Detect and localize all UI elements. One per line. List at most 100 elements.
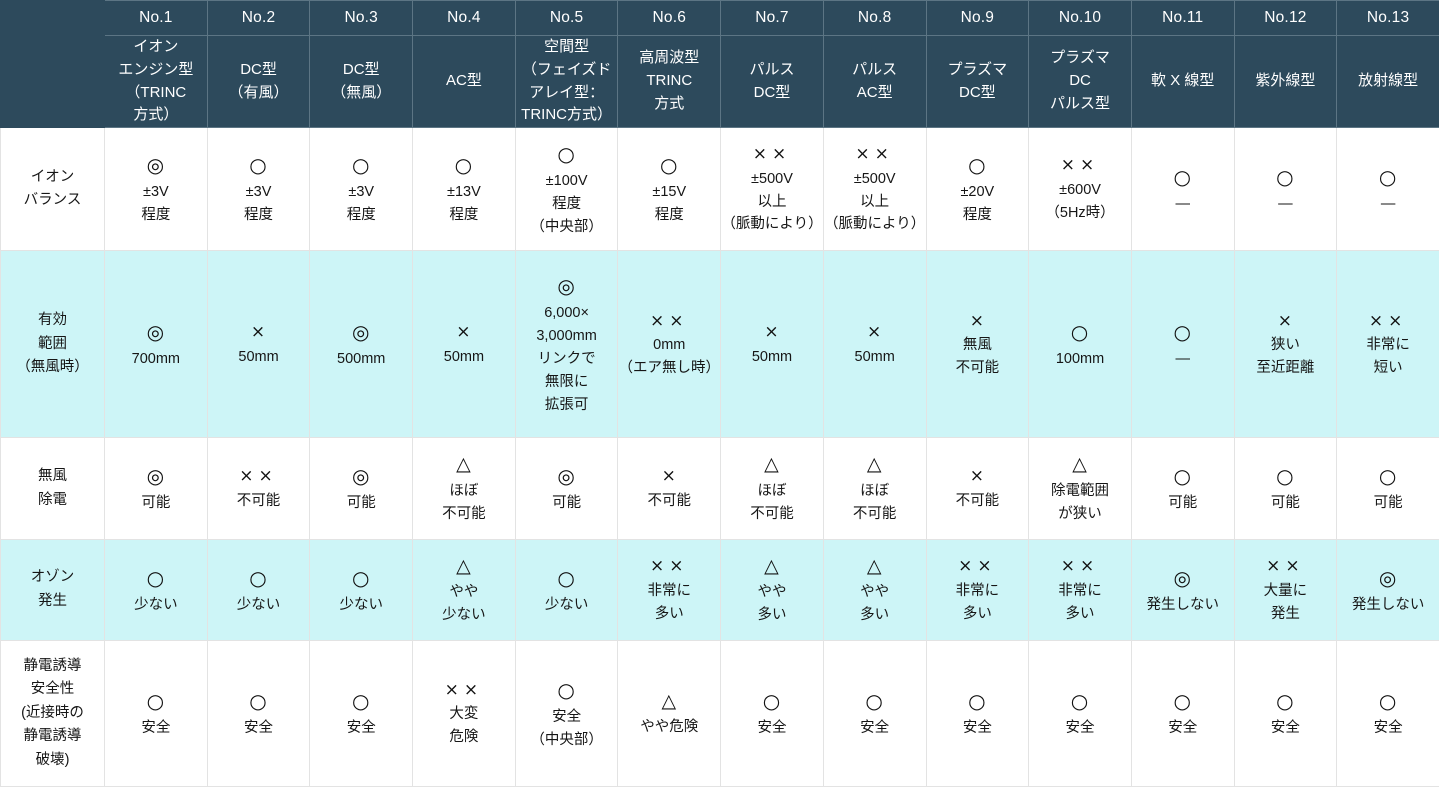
rating-symbol-circ: ○ xyxy=(762,689,782,714)
row-header-ion-balance: イオン バランス xyxy=(0,127,105,252)
cell-text-line: 安全 xyxy=(552,708,582,725)
cell-text-line: ±500V xyxy=(853,170,896,187)
rating-symbol-circ: ○ xyxy=(249,689,268,714)
cell-effective-range-col6: ×× 0mm （エア無し時） xyxy=(617,250,722,439)
cell-text-line: 程度 xyxy=(552,195,582,212)
cell-text-line: ±500V xyxy=(751,170,793,187)
cell-effective-range-col7: × 50mm xyxy=(720,250,824,439)
rating-symbol-circ: ○ xyxy=(1173,689,1192,714)
cell-text-line: 大変 xyxy=(449,706,479,723)
cell-text-line: 可能 xyxy=(1373,495,1403,512)
rating-symbol-dbl: ◎ xyxy=(1173,565,1192,590)
cell-text-line: （5Hz時） xyxy=(1045,205,1115,222)
cell-ozone-generation-col10: ×× 非常に 多い xyxy=(1028,538,1132,642)
rating-symbol-x1: × xyxy=(661,466,677,487)
cell-ozone-generation-col8: △ やや 多い xyxy=(822,538,927,642)
cell-text-line: 可能 xyxy=(1168,495,1198,512)
cell-text-line: 程度 xyxy=(346,207,376,224)
cell-windless-static-removal-col2: ×× 不可能 xyxy=(206,437,311,540)
cell-electrostatic-induction-safety-col1: ○ 安全 xyxy=(104,640,208,787)
header-corner-cell xyxy=(0,0,105,36)
rating-symbol-circ: ○ xyxy=(351,153,371,178)
rating-symbol-circ: ○ xyxy=(146,689,166,714)
cell-text-line: 少ない xyxy=(544,596,589,613)
rating-symbol-dbl: ◎ xyxy=(146,464,166,489)
rating-symbol-x2: ×× xyxy=(1060,556,1100,577)
cell-text-line: （中央部） xyxy=(530,218,603,235)
cell-ozone-generation-col6: ×× 非常に 多い xyxy=(617,538,722,642)
rating-symbol-x2: ×× xyxy=(444,679,484,700)
cell-windless-static-removal-col11: ○ 可能 xyxy=(1130,437,1235,540)
rating-symbol-x1: × xyxy=(867,322,883,343)
cell-text-line: 不可能 xyxy=(852,505,897,522)
column-name-line: 軟 X 線型 xyxy=(1151,72,1215,90)
row-header-line: 破壊) xyxy=(35,751,70,768)
column-name-12: 紫外線型 xyxy=(1233,34,1338,129)
cell-text-line: 多い xyxy=(654,605,684,622)
rating-symbol-x2: ×× xyxy=(650,556,689,577)
column-number-8: No.8 xyxy=(822,0,927,36)
cell-text-line: 不可能 xyxy=(236,492,281,509)
column-name-11: 軟 X 線型 xyxy=(1130,34,1235,129)
cell-text-line: 発生 xyxy=(1270,605,1300,622)
cell-ozone-generation-col1: ○ 少ない xyxy=(104,538,208,642)
cell-text-line: — xyxy=(1278,195,1293,212)
rating-symbol-dbl: ◎ xyxy=(1378,565,1398,590)
column-name-line: TRINC方式） xyxy=(521,106,612,124)
cell-text-line: 不可能 xyxy=(955,360,1000,377)
rating-symbol-circ: ○ xyxy=(1276,164,1295,189)
cell-text-line: — xyxy=(1175,195,1190,212)
cell-text-line: 可能 xyxy=(346,495,376,512)
row-header-line: オゾン xyxy=(30,569,75,586)
cell-effective-range-col3: ◎ 500mm xyxy=(309,250,414,439)
rating-symbol-circ: ○ xyxy=(1378,689,1398,714)
cell-text-line: 50mm xyxy=(238,348,279,365)
rating-symbol-circ: ○ xyxy=(454,153,474,178)
cell-electrostatic-induction-safety-col10: ○ 安全 xyxy=(1028,640,1132,787)
cell-text-line: 至近距離 xyxy=(1256,360,1315,377)
column-name-line: DC型 xyxy=(753,83,791,101)
row-header-line: 静電誘導 xyxy=(23,657,82,674)
cell-text-line: 50mm xyxy=(854,348,895,365)
column-name-line: パルス型 xyxy=(1050,94,1111,112)
cell-text-line: 多い xyxy=(757,607,787,624)
row-header-line: 発生 xyxy=(38,592,67,609)
cell-text-line: 除電範囲 xyxy=(1051,482,1110,499)
cell-windless-static-removal-col5: ◎ 可能 xyxy=(514,437,619,540)
rating-symbol-circ: ○ xyxy=(865,689,884,714)
table-row: 無風 除電 ◎ 可能 ×× 不可能 ◎ 可能 △ ほぼ 不可能 ◎ 可能 × 不可能 △ ほぼ 不可能 △ ほぼ 不可能… xyxy=(0,437,1439,540)
cell-text-line: ±20V xyxy=(960,184,995,201)
cell-text-line: — xyxy=(1380,195,1396,212)
cell-text-line: 安全 xyxy=(757,720,787,737)
header-corner-cell-2 xyxy=(0,34,105,129)
column-name-line: 方式） xyxy=(133,106,179,124)
cell-text-line: 3,000mm xyxy=(536,327,597,344)
rating-symbol-circ: ○ xyxy=(1378,164,1398,189)
cell-text-line: 程度 xyxy=(962,207,992,224)
ionizer-comparison-table: No.1 No.2 No.3 No.4 No.5 No.6 No.7 No.8 No.9 No.1… xyxy=(0,0,1439,787)
cell-text-line: 以上 xyxy=(757,193,787,210)
column-name-line: （無風） xyxy=(331,83,392,101)
rating-symbol-dbl: ◎ xyxy=(146,153,166,178)
column-name-2: DC型 （有風） xyxy=(206,34,311,129)
cell-ion-balance-col2: ○ ±3V 程度 xyxy=(206,127,311,252)
rating-symbol-x1: × xyxy=(764,322,780,343)
column-name-line: アレイ型： xyxy=(529,83,605,101)
column-name-9: プラズマ DC型 xyxy=(925,34,1030,129)
column-name-13: 放射線型 xyxy=(1336,34,1439,129)
cell-electrostatic-induction-safety-col7: ○ 安全 xyxy=(720,640,824,787)
cell-electrostatic-induction-safety-col3: ○ 安全 xyxy=(309,640,414,787)
row-header-windless-static-removal: 無風 除電 xyxy=(0,437,105,540)
column-name-3: DC型 （無風） xyxy=(309,34,414,129)
cell-windless-static-removal-col13: ○ 可能 xyxy=(1336,437,1439,540)
row-header-electrostatic-induction-safety: 静電誘導 安全性 (近接時の 静電誘導 破壊) xyxy=(0,640,105,787)
rating-symbol-tri: △ xyxy=(866,554,883,577)
rating-symbol-x2: ×× xyxy=(855,144,894,165)
cell-text-line: リンクで xyxy=(537,350,596,367)
cell-windless-static-removal-col8: △ ほぼ 不可能 xyxy=(822,437,927,540)
cell-text-line: 可能 xyxy=(552,495,582,512)
rating-symbol-x1: × xyxy=(1277,310,1294,331)
rating-symbol-x2: ×× xyxy=(1368,310,1408,331)
cell-effective-range-col8: × 50mm xyxy=(822,250,927,439)
column-number-7: No.7 xyxy=(720,0,824,36)
